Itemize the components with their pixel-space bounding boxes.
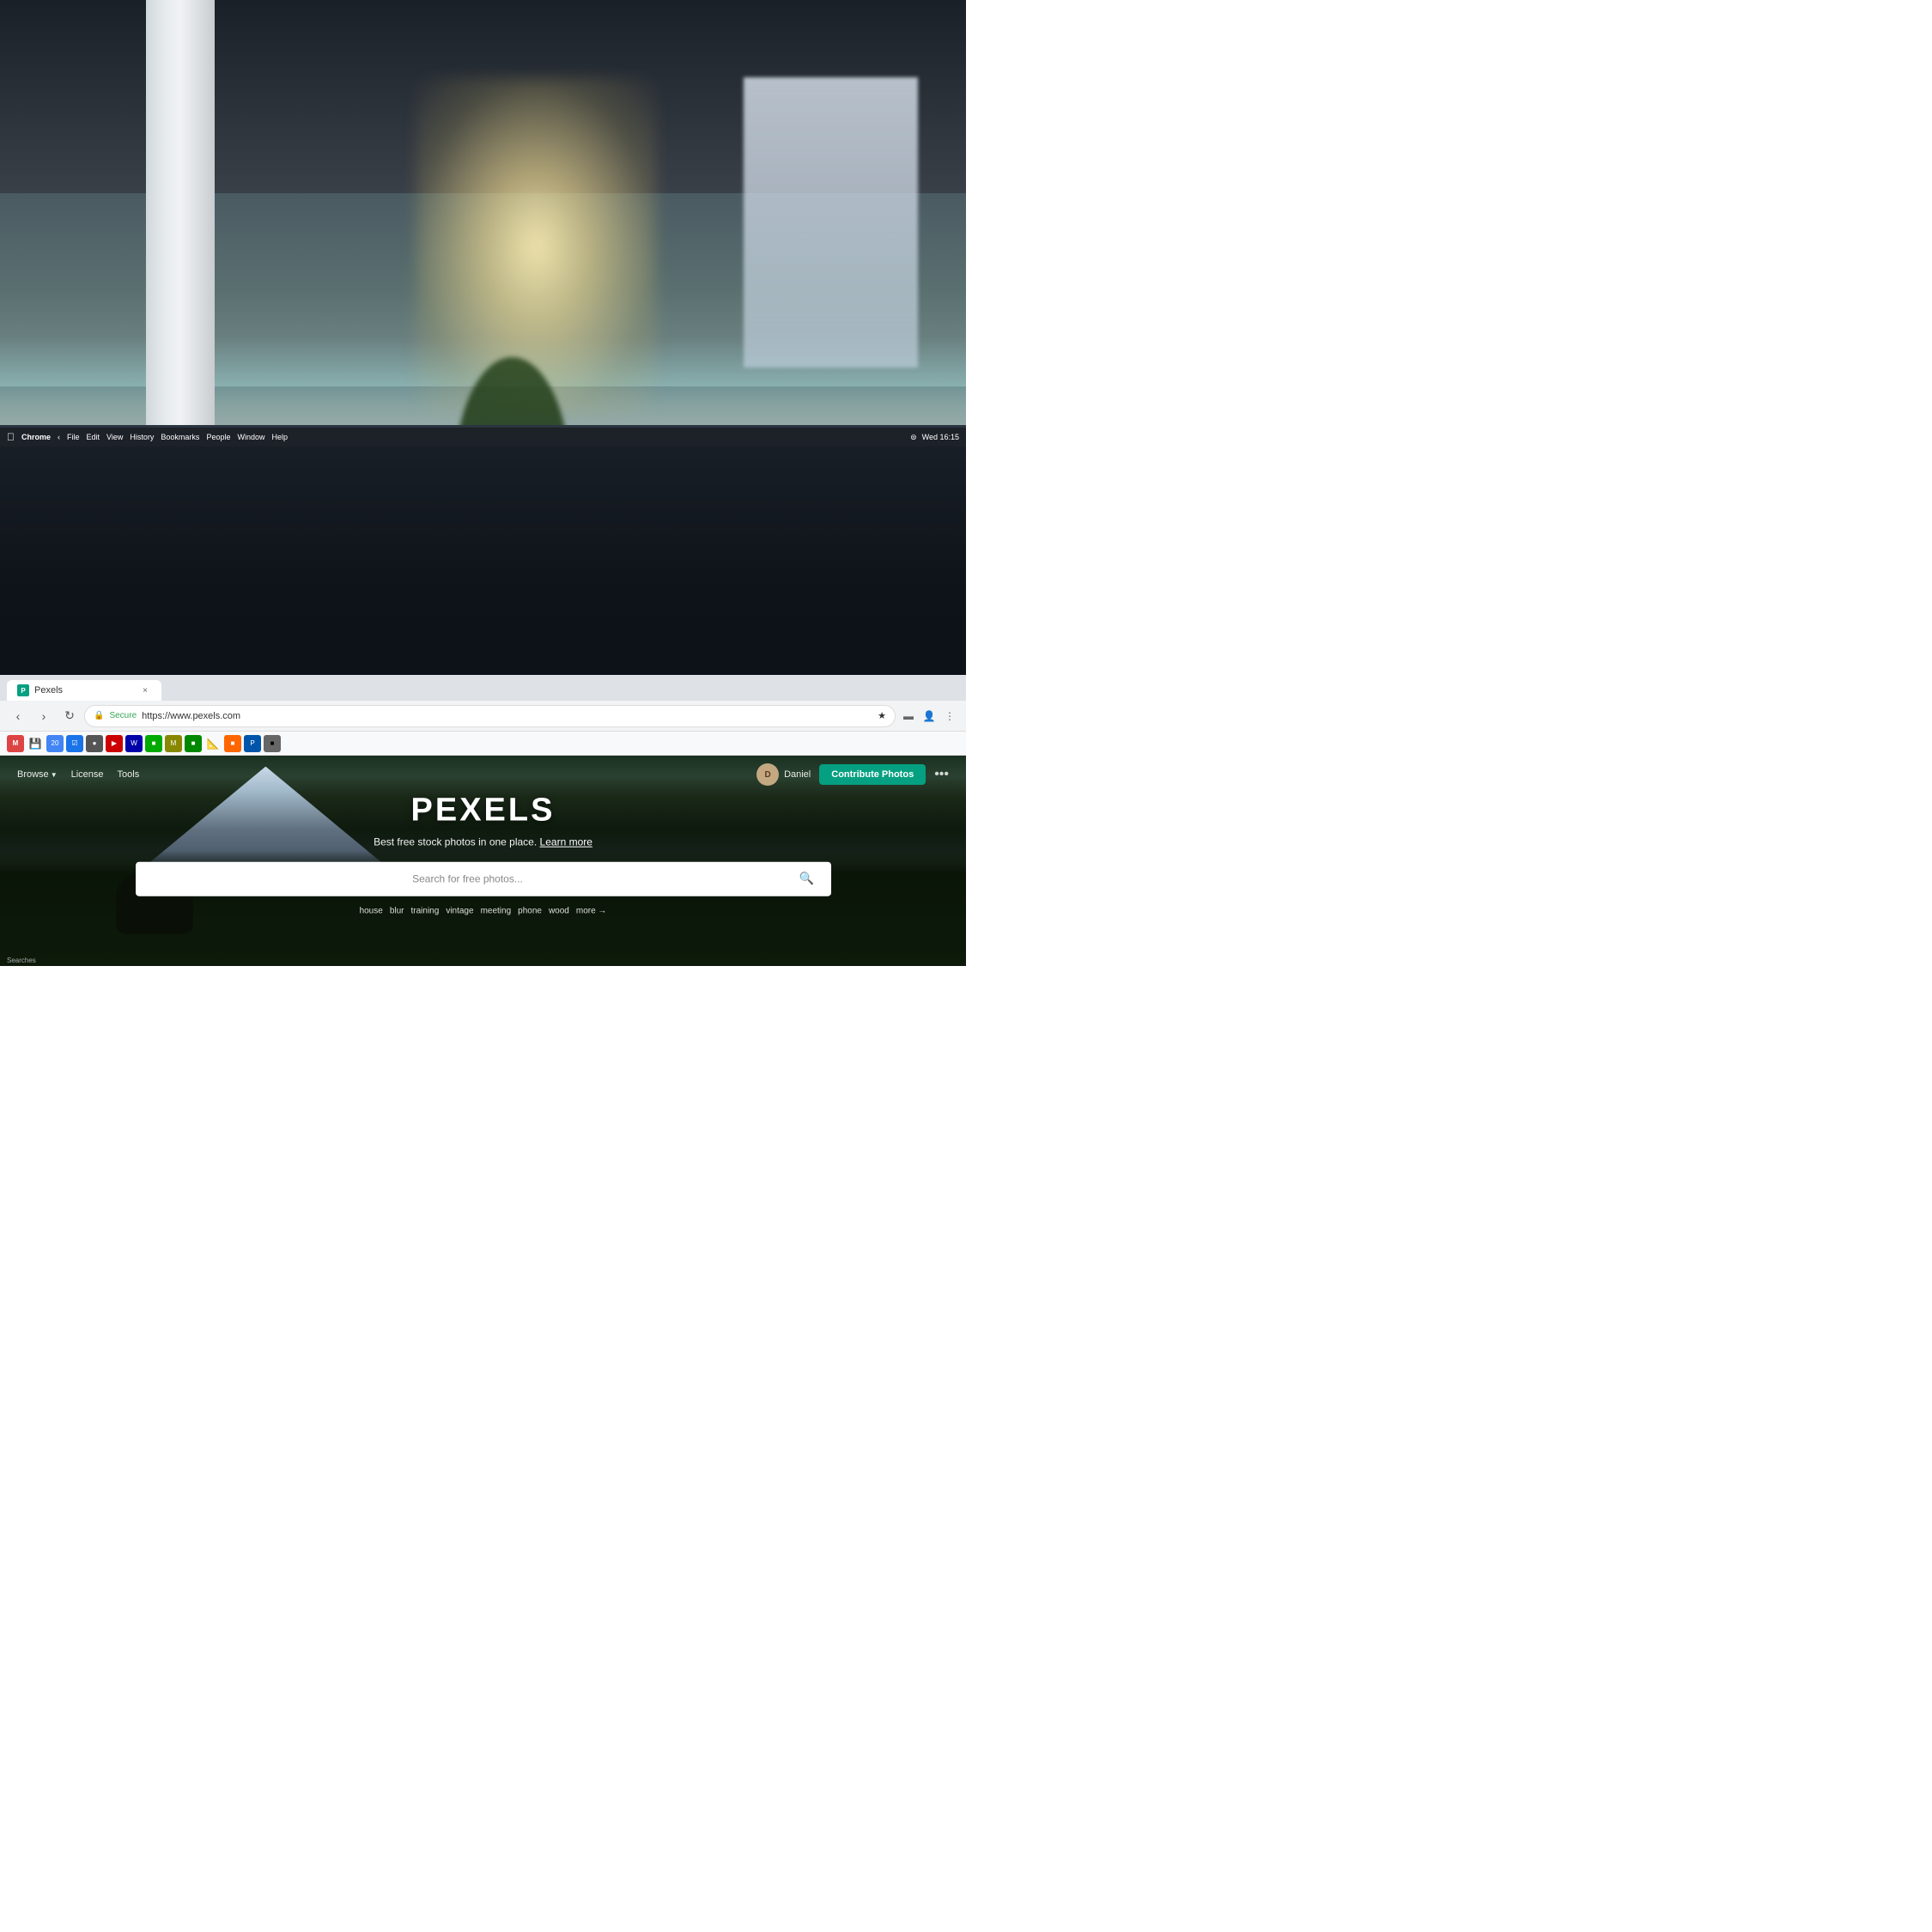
avatar: D [756, 763, 779, 786]
browse-label: Browse [17, 769, 49, 780]
ext-gmail[interactable]: M [7, 735, 24, 752]
nav-more-icon[interactable]: ••• [934, 767, 949, 782]
suggestion-training[interactable]: training [411, 904, 440, 917]
search-suggestions: house blur training vintage meeting phon… [97, 904, 870, 917]
menu-people-label[interactable]: People [206, 433, 230, 441]
tab-favicon: P [17, 684, 29, 696]
ext-6[interactable]: ■ [185, 735, 202, 752]
hero-content: PEXELS Best free stock photos in one pla… [97, 792, 870, 917]
pexels-website: Browse ▼ License Tools D Daniel Contribu… [0, 756, 966, 966]
extensions-icon[interactable]: ▬ [899, 707, 918, 726]
suggestion-vintage[interactable]: vintage [446, 904, 473, 917]
suggestion-meeting[interactable]: meeting [481, 904, 512, 917]
back-icon: ‹ [16, 709, 21, 723]
pexels-title: PEXELS [97, 792, 870, 829]
url-display: https://www.pexels.com [142, 711, 240, 721]
system-menubar:  Chrome ‹ File Edit View History Bookma… [0, 428, 966, 447]
more-options-icon[interactable]: ⋮ [940, 707, 959, 726]
menu-file[interactable]: ‹ [58, 433, 60, 441]
reload-button[interactable]: ↻ [58, 705, 81, 727]
reload-icon: ↻ [64, 708, 75, 723]
window-right [744, 77, 918, 368]
lock-icon: 🔒 [94, 711, 104, 720]
secure-label: Secure [109, 711, 137, 720]
back-button[interactable]: ‹ [7, 705, 29, 727]
ext-7[interactable]: 📐 [204, 735, 222, 752]
browser-toolbar: ‹ › ↻ 🔒 Secure https://www.pexels.com ★ … [0, 701, 966, 732]
menu-edit-label[interactable]: Edit [87, 433, 100, 441]
wifi-icon: ⊜ [910, 433, 917, 442]
forward-button[interactable]: › [33, 705, 55, 727]
pexels-navbar: Browse ▼ License Tools D Daniel Contribu… [0, 756, 966, 793]
ext-2[interactable]: ▶ [106, 735, 123, 752]
browser-window: P Pexels × ‹ › ↻ 🔒 Secure https://www.pe… [0, 675, 966, 966]
tools-link[interactable]: Tools [118, 769, 140, 780]
ext-4[interactable]: ■ [145, 735, 162, 752]
monitor-bezel:  Chrome ‹ File Edit View History Bookma… [0, 425, 966, 966]
learn-more-link[interactable]: Learn more [540, 835, 592, 848]
toolbar-icons: ▬ 👤 ⋮ [899, 707, 959, 726]
search-icon: 🔍 [799, 872, 814, 886]
searches-status: Searches [7, 957, 36, 964]
ext-10[interactable]: ■ [264, 735, 281, 752]
bookmark-icon[interactable]: ★ [878, 710, 886, 721]
suggestion-blur[interactable]: blur [390, 904, 404, 917]
search-input[interactable]: Search for free photos... [148, 872, 788, 884]
search-bar[interactable]: Search for free photos... 🔍 [136, 861, 831, 896]
suggestion-wood[interactable]: wood [549, 904, 569, 917]
app-name[interactable]: Chrome [21, 433, 51, 441]
menu-history-label[interactable]: History [130, 433, 154, 441]
menubar-left:  Chrome ‹ File Edit View History Bookma… [7, 431, 288, 443]
ext-1[interactable]: ● [86, 735, 103, 752]
menu-view-label[interactable]: View [106, 433, 123, 441]
user-menu[interactable]: D Daniel [756, 763, 811, 786]
address-bar[interactable]: 🔒 Secure https://www.pexels.com ★ [84, 705, 896, 727]
ext-9[interactable]: P [244, 735, 261, 752]
suggestion-house[interactable]: house [360, 904, 383, 917]
browse-chevron-icon: ▼ [51, 771, 58, 779]
menu-file-label[interactable]: File [67, 433, 80, 441]
clock: Wed 16:15 [922, 433, 959, 441]
window-glow [416, 77, 657, 416]
ext-drive[interactable]: 💾 [27, 735, 44, 752]
ext-5[interactable]: M [165, 735, 182, 752]
ext-8[interactable]: ■ [224, 735, 241, 752]
ext-calendar[interactable]: 20 [46, 735, 64, 752]
pexels-browse-link[interactable]: Browse ▼ [17, 769, 58, 780]
browser-tab-pexels[interactable]: P Pexels × [7, 680, 161, 701]
search-button[interactable]: 🔍 [795, 866, 819, 890]
ext-3[interactable]: W [125, 735, 143, 752]
extensions-bar: M 💾 20 ☑ ● ▶ W ■ M ■ 📐 ■ P ■ [0, 732, 966, 756]
tab-title: Pexels [34, 685, 63, 696]
license-link[interactable]: License [71, 769, 104, 780]
pexels-subtitle: Best free stock photos in one place. Lea… [97, 835, 870, 848]
forward-icon: › [42, 709, 46, 723]
ext-todo[interactable]: ☑ [66, 735, 83, 752]
contribute-photos-button[interactable]: Contribute Photos [819, 764, 926, 785]
apple-menu[interactable]:  [7, 431, 15, 443]
tab-close-button[interactable]: × [139, 684, 151, 696]
user-name: Daniel [784, 769, 811, 780]
more-suggestions-link[interactable]: more → [576, 906, 607, 915]
menubar-right: ⊜ Wed 16:15 [910, 433, 959, 442]
profile-icon[interactable]: 👤 [920, 707, 939, 726]
tab-bar: P Pexels × [0, 675, 966, 701]
menu-help-label[interactable]: Help [271, 433, 288, 441]
menu-window-label[interactable]: Window [237, 433, 264, 441]
menu-bookmarks-label[interactable]: Bookmarks [161, 433, 199, 441]
suggestion-phone[interactable]: phone [518, 904, 542, 917]
